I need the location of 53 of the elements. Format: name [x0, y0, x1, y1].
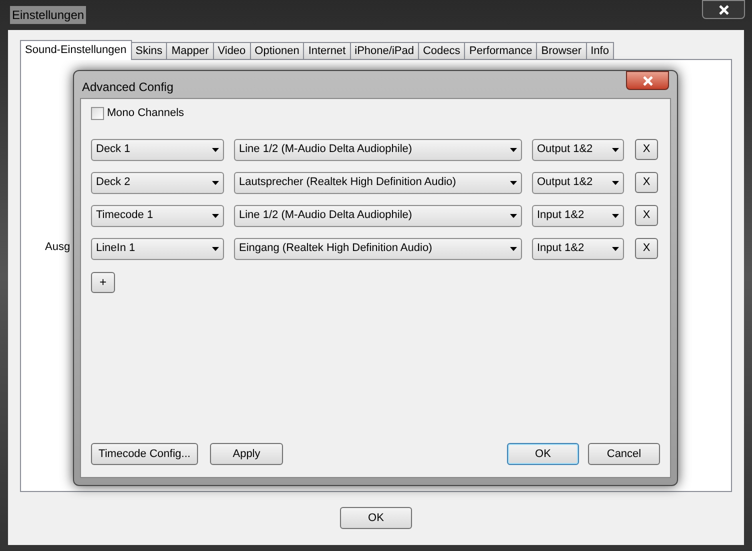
dropdown-arrow-icon: [212, 246, 219, 250]
dropdown[interactable]: Input 1&2: [532, 238, 624, 260]
close-button[interactable]: [626, 71, 669, 90]
dropdown-arrow-icon: [510, 148, 517, 152]
dropdown[interactable]: Deck 2: [91, 172, 224, 194]
remove-button[interactable]: X: [635, 238, 658, 259]
dialog-button[interactable]: Timecode Config...: [91, 443, 198, 465]
dropdown-arrow-icon: [212, 214, 219, 218]
dropdown[interactable]: Line 1/2 (M-Audio Delta Audiophile): [234, 138, 522, 160]
dropdown[interactable]: Eingang (Realtek High Definition Audio): [234, 238, 522, 260]
tab[interactable]: Mapper: [166, 42, 214, 60]
dropdown-arrow-icon: [212, 180, 219, 184]
remove-button[interactable]: X: [635, 172, 658, 193]
tab[interactable]: Info: [586, 42, 614, 60]
dialog-title: Advanced Config: [82, 79, 174, 96]
window-title: Einstellungen: [10, 6, 86, 24]
dropdown[interactable]: Output 1&2: [532, 172, 624, 194]
tab[interactable]: Internet: [303, 42, 351, 60]
dropdown-arrow-icon: [510, 246, 517, 250]
dropdown[interactable]: LineIn 1: [91, 238, 224, 260]
ok-button[interactable]: OK: [340, 507, 412, 529]
dropdown[interactable]: Deck 1: [91, 138, 224, 160]
dropdown[interactable]: Lautsprecher (Realtek High Definition Audio): [234, 172, 522, 194]
dropdown-arrow-icon: [612, 148, 619, 152]
dropdown[interactable]: Timecode 1: [91, 204, 224, 226]
checkbox[interactable]: [91, 106, 104, 120]
add-button[interactable]: +: [91, 272, 115, 292]
tab[interactable]: Codecs: [418, 42, 466, 60]
field-label: Ausg: [45, 240, 70, 255]
close-button[interactable]: [702, 0, 745, 19]
tab[interactable]: Browser: [536, 42, 587, 60]
dialog-button[interactable]: Cancel: [588, 443, 660, 465]
tab[interactable]: Performance: [464, 42, 538, 60]
remove-button[interactable]: X: [635, 139, 658, 160]
dropdown[interactable]: Input 1&2: [532, 204, 624, 226]
dialog-button[interactable]: OK: [507, 443, 579, 465]
tab[interactable]: Optionen: [250, 42, 304, 60]
checkbox-label: Mono Channels: [107, 106, 184, 121]
dropdown-arrow-icon: [612, 246, 619, 250]
dropdown-arrow-icon: [612, 180, 619, 184]
close-icon: [718, 4, 728, 14]
dropdown[interactable]: Line 1/2 (M-Audio Delta Audiophile): [234, 204, 522, 226]
remove-button[interactable]: X: [635, 205, 658, 226]
close-icon: [642, 76, 652, 86]
dropdown-arrow-icon: [212, 148, 219, 152]
dropdown-arrow-icon: [612, 214, 619, 218]
tab[interactable]: iPhone/iPad: [350, 42, 419, 60]
dropdown[interactable]: Output 1&2: [532, 138, 624, 160]
dropdown-arrow-icon: [510, 180, 517, 184]
tab[interactable]: Sound-Einstellungen: [20, 40, 132, 60]
dialog-button[interactable]: Apply: [210, 443, 283, 465]
tab[interactable]: Video: [212, 42, 251, 60]
dropdown-arrow-icon: [510, 214, 517, 218]
